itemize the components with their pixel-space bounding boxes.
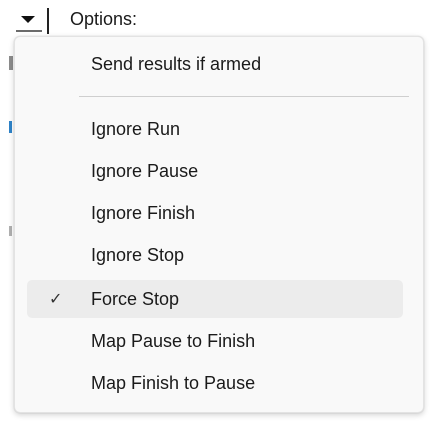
menu-item-label: Ignore Run — [91, 119, 181, 139]
menu-separator — [79, 96, 409, 97]
menu-item-label: Map Finish to Pause — [91, 373, 256, 393]
check-mark-icon: ✓ — [49, 289, 63, 308]
background-fragment — [9, 121, 12, 133]
background-fragment — [9, 226, 12, 236]
dropdown-button[interactable] — [16, 8, 42, 32]
chevron-down-icon — [21, 16, 35, 23]
menu-item-label: Map Pause to Finish — [91, 331, 256, 351]
options-dropdown[interactable]: Options: — [0, 0, 433, 34]
menu-item-label: Ignore Finish — [91, 203, 196, 223]
options-label: Options: — [70, 9, 138, 29]
divider — [47, 8, 49, 34]
menu-item-ignore-finish[interactable]: Ignore Finish — [27, 194, 403, 232]
menu-item-ignore-pause[interactable]: Ignore Pause — [27, 152, 403, 190]
menu-item-label: Send results if armed — [91, 54, 262, 74]
menu-item-map-finish-to-pause[interactable]: Map Finish to Pause — [27, 364, 403, 402]
menu-item-map-pause-to-finish[interactable]: Map Pause to Finish — [27, 322, 403, 360]
menu-item-send-results-if-armed[interactable]: Send results if armed — [27, 45, 403, 83]
menu-item-label: Ignore Pause — [91, 161, 199, 181]
menu-item-ignore-run[interactable]: Ignore Run — [27, 110, 403, 148]
menu-item-label: Force Stop — [91, 289, 180, 309]
menu-item-force-stop[interactable]: ✓ Force Stop — [27, 280, 403, 318]
options-menu: Send results if armed Ignore Run Ignore … — [14, 36, 424, 413]
menu-item-label: Ignore Stop — [91, 245, 185, 265]
menu-item-ignore-stop[interactable]: Ignore Stop — [27, 236, 403, 274]
background-fragment — [9, 56, 13, 70]
